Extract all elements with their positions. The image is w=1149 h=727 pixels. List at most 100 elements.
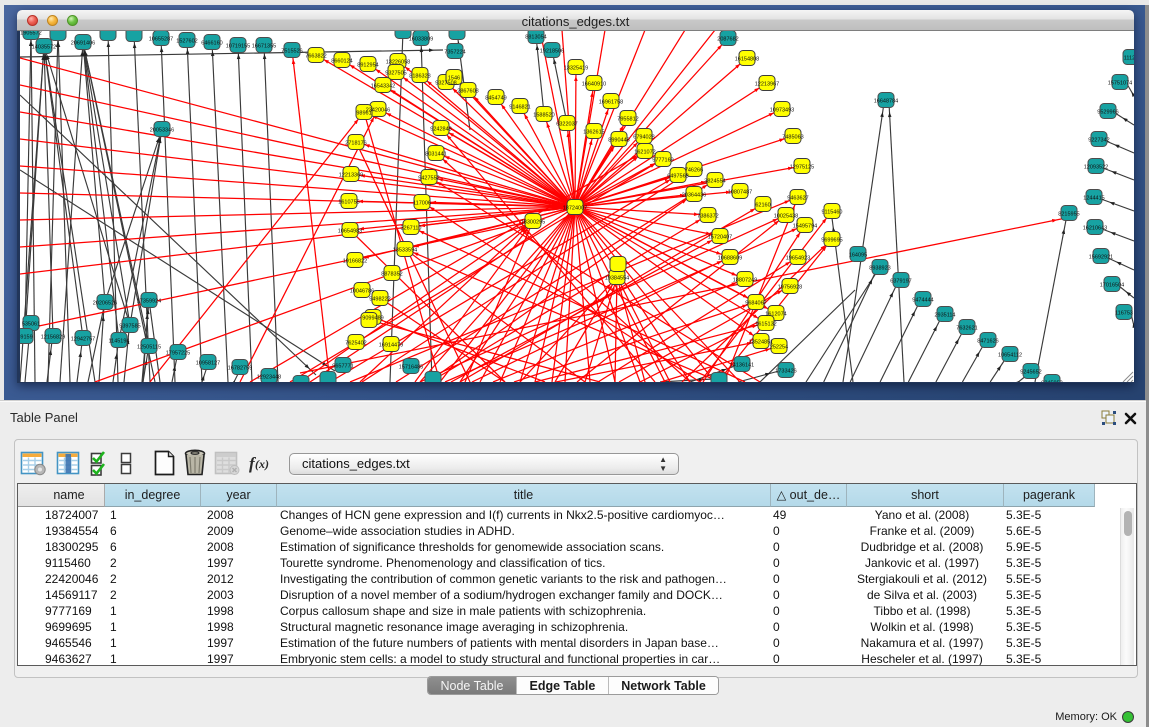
svg-text:10688609: 10688609	[718, 255, 742, 261]
svg-text:10719155: 10719155	[226, 43, 250, 49]
svg-text:12505115: 12505115	[137, 344, 161, 350]
svg-text:7515526: 7515526	[281, 48, 302, 54]
svg-text:19384554: 19384554	[605, 275, 629, 281]
svg-text:3267110: 3267110	[400, 225, 421, 231]
svg-text:9427552: 9427552	[418, 175, 439, 181]
svg-text:8912954: 8912954	[357, 62, 378, 68]
svg-text:1588520: 1588520	[533, 112, 554, 118]
svg-text:20691406: 20691406	[71, 40, 95, 46]
svg-text:12213967: 12213967	[755, 81, 779, 87]
svg-text:18807249: 18807249	[733, 277, 757, 283]
svg-text:9227342: 9227342	[1088, 137, 1109, 143]
svg-text:1546: 1546	[448, 75, 460, 81]
svg-text:16648784: 16648784	[874, 98, 898, 104]
svg-text:16033809: 16033809	[409, 36, 433, 42]
svg-text:9115460: 9115460	[821, 209, 842, 215]
svg-text:12093522: 12093522	[1084, 164, 1108, 170]
svg-text:10654983: 10654983	[338, 228, 362, 234]
svg-text:8878352: 8878352	[381, 271, 402, 277]
svg-text:1527602: 1527602	[176, 38, 197, 44]
svg-text:2087682: 2087682	[717, 36, 738, 42]
svg-text:9397585: 9397585	[119, 323, 140, 329]
svg-text:7955812: 7955812	[617, 116, 638, 122]
svg-text:117006: 117006	[413, 200, 431, 206]
svg-text:8031441: 8031441	[425, 151, 446, 157]
svg-text:98961: 98961	[356, 110, 371, 116]
svg-text:1244415: 1244415	[1083, 195, 1104, 201]
svg-text:12213369: 12213369	[339, 172, 363, 178]
svg-text:8471626: 8471626	[977, 338, 998, 344]
svg-text:7485063: 7485063	[782, 134, 803, 140]
svg-text:10654112: 10654112	[998, 352, 1022, 358]
svg-text:6466160: 6466160	[201, 40, 222, 46]
svg-text:164095: 164095	[849, 252, 867, 258]
svg-text:19756928: 19756928	[778, 284, 802, 290]
svg-text:9245052: 9245052	[1041, 380, 1062, 382]
svg-text:15495794: 15495794	[793, 223, 817, 229]
svg-text:6497568: 6497568	[667, 173, 688, 179]
svg-text:9529966: 9529966	[1097, 109, 1118, 115]
svg-text:13226058: 13226058	[386, 59, 410, 65]
svg-text:15692921: 15692921	[1089, 254, 1113, 260]
svg-text:15751074: 15751074	[1108, 80, 1132, 86]
svg-text:3824554: 3824554	[704, 178, 725, 184]
svg-text:8454749: 8454749	[485, 95, 506, 101]
svg-text:7632621: 7632621	[956, 325, 977, 331]
svg-text:16640910: 16640910	[582, 81, 606, 87]
svg-text:14136141: 14136141	[730, 362, 754, 368]
svg-text:2935114: 2935114	[934, 312, 955, 318]
svg-text:9684067: 9684067	[745, 300, 766, 306]
svg-text:14035572: 14035572	[32, 44, 56, 50]
svg-text:9146821: 9146821	[509, 104, 530, 110]
svg-text:19218506: 19218506	[540, 48, 564, 54]
svg-text:20053346: 20053346	[150, 127, 174, 133]
svg-text:8215955: 8215955	[1058, 211, 1079, 217]
svg-text:16154808: 16154808	[735, 56, 759, 62]
svg-text:9777169: 9777169	[652, 157, 673, 163]
svg-text:12975125: 12975125	[790, 164, 814, 170]
svg-text:9099489: 9099489	[362, 315, 383, 321]
svg-text:15716485: 15716485	[399, 364, 423, 370]
svg-text:16782759: 16782759	[228, 365, 252, 371]
svg-text:20364436: 20364436	[682, 192, 706, 198]
svg-text:9699695: 9699695	[821, 237, 842, 243]
svg-text:1610755: 1610755	[338, 199, 359, 205]
svg-text:17359924: 17359924	[137, 298, 161, 304]
svg-text:10973493: 10973493	[770, 107, 794, 113]
svg-text:17957225: 17957225	[166, 350, 190, 356]
svg-text:20206526: 20206526	[93, 300, 117, 306]
svg-text:2867608: 2867608	[457, 88, 478, 94]
svg-text:18724007: 18724007	[563, 205, 587, 211]
svg-text:39159: 39159	[20, 334, 33, 340]
svg-text:8660124: 8660124	[331, 58, 352, 64]
svg-text:62160: 62160	[755, 202, 770, 208]
svg-text:1621072: 1621072	[634, 149, 655, 155]
svg-text:13533594: 13533594	[393, 247, 417, 253]
svg-text:10046786: 10046786	[350, 288, 374, 294]
svg-text:6322037: 6322037	[556, 121, 577, 127]
svg-text:6379197: 6379197	[890, 278, 911, 284]
svg-text:1612074: 1612074	[765, 311, 786, 317]
svg-text:19654923: 19654923	[786, 255, 810, 261]
svg-text:7663822: 7663822	[305, 53, 326, 59]
svg-text:9657771: 9657771	[332, 363, 353, 369]
svg-text:9327505: 9327505	[385, 70, 406, 76]
svg-text:10958127: 10958127	[196, 360, 220, 366]
svg-text:10655287: 10655287	[149, 36, 173, 42]
svg-text:10025438: 10025438	[774, 213, 798, 219]
svg-text:10807487: 10807487	[728, 189, 752, 195]
svg-text:8938923: 8938923	[869, 265, 890, 271]
svg-text:17016504: 17016504	[1100, 282, 1124, 288]
svg-text:15720407: 15720407	[708, 234, 732, 240]
svg-text:1615132: 1615132	[755, 321, 776, 327]
svg-text:2718176: 2718176	[345, 140, 366, 146]
svg-text:12156829: 12156829	[41, 334, 65, 340]
svg-text:535061: 535061	[22, 321, 40, 327]
svg-text:16961758: 16961758	[599, 99, 623, 105]
svg-text:1733426: 1733426	[775, 368, 796, 374]
svg-text:1905572: 1905572	[20, 31, 41, 36]
svg-text:9245652: 9245652	[1020, 369, 1041, 375]
svg-text:(x): (x)	[255, 457, 269, 471]
svg-text:252254: 252254	[770, 344, 788, 350]
svg-text:8813054: 8813054	[525, 34, 546, 40]
